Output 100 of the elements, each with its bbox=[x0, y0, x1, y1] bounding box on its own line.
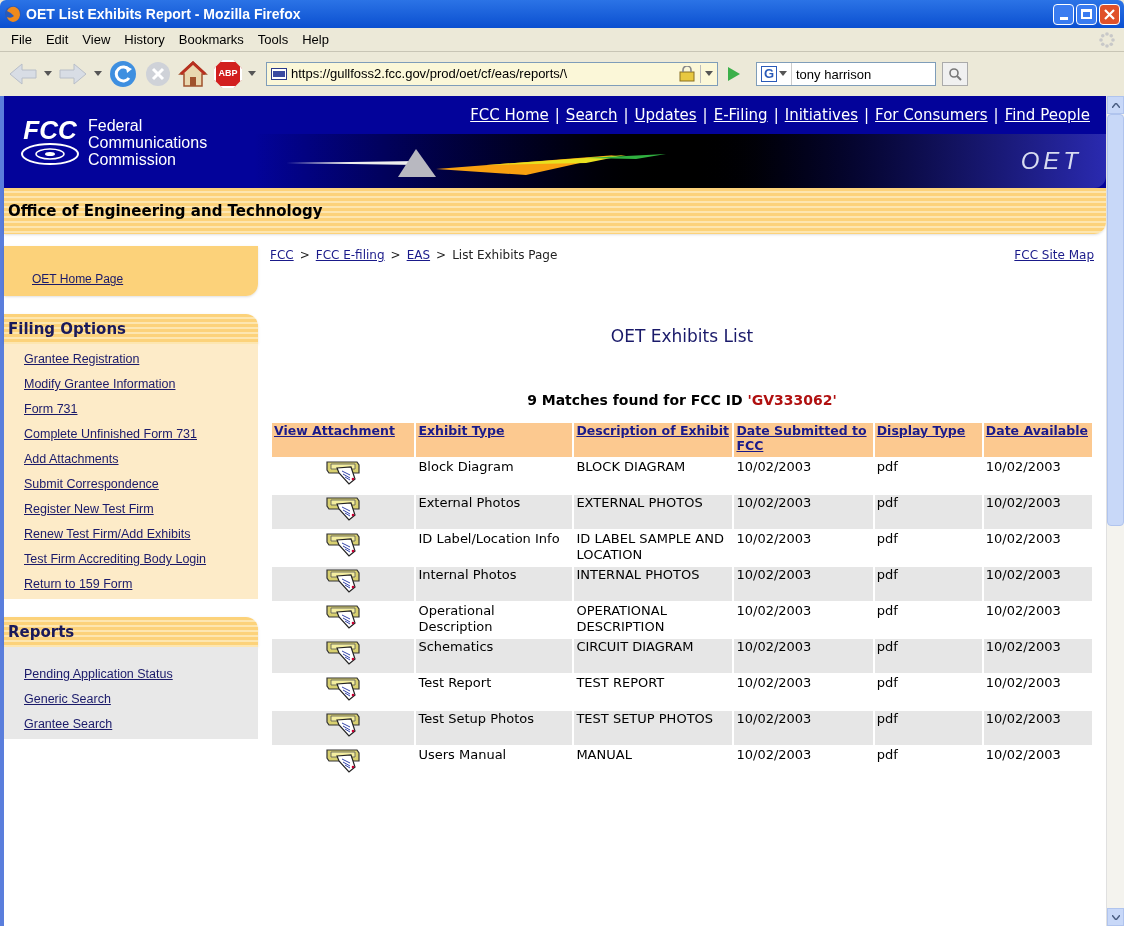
caret-icon bbox=[779, 71, 787, 77]
page-title: OET Exhibits List bbox=[609, 325, 755, 348]
matches-summary: 9 Matches found for FCC ID 'GV333062' bbox=[526, 390, 838, 410]
sidebar-link[interactable]: Grantee Registration bbox=[24, 352, 250, 366]
menu-item[interactable]: Help bbox=[295, 29, 336, 50]
sidebar-link[interactable]: Submit Correspondence bbox=[24, 477, 250, 491]
breadcrumb-link[interactable]: EAS bbox=[406, 246, 431, 264]
section-title: Reports bbox=[8, 621, 75, 643]
table-cell: pdf bbox=[874, 566, 982, 601]
adblock-button[interactable]: ABP bbox=[214, 60, 242, 88]
attachment-icon[interactable] bbox=[325, 494, 362, 521]
table-cell: EXTERNAL PHOTOS bbox=[574, 494, 733, 529]
column-header[interactable]: Exhibit Type bbox=[416, 422, 573, 457]
banner-mark: OET bbox=[1020, 146, 1082, 176]
search-field[interactable]: G tony harrison bbox=[756, 62, 936, 86]
menu-item[interactable]: Tools bbox=[250, 29, 296, 50]
sidebar-link[interactable]: Form 731 bbox=[24, 402, 250, 416]
link-separator: | bbox=[554, 104, 560, 126]
agency-name-line: Commission bbox=[88, 150, 177, 168]
table-cell: 10/02/2003 bbox=[983, 710, 1092, 745]
close-button[interactable] bbox=[1099, 3, 1120, 25]
attachment-icon[interactable] bbox=[325, 458, 362, 485]
table-cell: pdf bbox=[874, 638, 982, 673]
attachment-icon[interactable] bbox=[325, 566, 362, 593]
menu-item[interactable]: View bbox=[75, 29, 118, 50]
sidebar-link[interactable]: Grantee Search bbox=[24, 717, 250, 731]
nav-link[interactable]: Search bbox=[565, 103, 618, 127]
nav-link[interactable]: E-Filing bbox=[713, 103, 768, 127]
sidebar-link[interactable]: Complete Unfinished Form 731 bbox=[24, 427, 250, 441]
column-header[interactable]: Date Available bbox=[983, 422, 1092, 457]
link-separator: | bbox=[623, 104, 629, 126]
scroll-down-icon bbox=[1111, 914, 1120, 920]
sidebar-link[interactable]: OET Home Page bbox=[32, 270, 124, 288]
link-separator: | bbox=[864, 104, 870, 126]
table-cell: External Photos bbox=[416, 494, 573, 529]
breadcrumb-link[interactable]: FCC bbox=[270, 246, 294, 264]
sidebar-link[interactable]: Test Firm Accrediting Body Login bbox=[24, 552, 250, 566]
home-icon[interactable] bbox=[178, 60, 208, 88]
menu-item[interactable]: History bbox=[117, 29, 172, 50]
caret-icon[interactable] bbox=[44, 71, 52, 77]
nav-link[interactable]: Find People bbox=[1004, 103, 1090, 127]
table-cell: 10/02/2003 bbox=[734, 494, 873, 529]
attachment-icon[interactable] bbox=[325, 746, 362, 773]
site-logo: FCC bbox=[23, 118, 77, 142]
table-cell: 10/02/2003 bbox=[983, 566, 1092, 601]
attachment-icon[interactable] bbox=[325, 674, 362, 701]
sidebar-link[interactable]: Register New Test Firm bbox=[24, 502, 250, 516]
table-cell: Internal Photos bbox=[416, 566, 573, 601]
nav-link[interactable]: FCC Home bbox=[470, 103, 549, 127]
table-cell: CIRCUIT DIAGRAM bbox=[574, 638, 733, 673]
column-header[interactable]: View Attachment bbox=[272, 422, 415, 457]
attachment-icon[interactable] bbox=[325, 638, 362, 665]
attachment-icon[interactable] bbox=[325, 602, 362, 629]
link-separator: | bbox=[702, 104, 708, 126]
sidebar-link[interactable]: Renew Test Firm/Add Exhibits bbox=[24, 527, 250, 541]
nav-link[interactable]: For Consumers bbox=[875, 103, 988, 127]
table-cell: 10/02/2003 bbox=[734, 638, 873, 673]
window-title: OET List Exhibits Report - Mozilla Firefox bbox=[26, 4, 302, 24]
table-cell: Schematics bbox=[416, 638, 573, 673]
caret-icon[interactable] bbox=[248, 71, 256, 77]
caret-icon[interactable] bbox=[94, 71, 102, 77]
column-header[interactable]: Description of Exhibit bbox=[574, 422, 733, 457]
menu-item[interactable]: Bookmarks bbox=[171, 29, 251, 50]
office-title: Office of Engineering and Technology bbox=[7, 200, 323, 222]
attachment-icon[interactable] bbox=[325, 530, 362, 557]
table-cell: INTERNAL PHOTOS bbox=[574, 566, 733, 601]
address-field[interactable]: https://gullfoss2.fcc.gov/prod/oet/cf/eas/reports/\ bbox=[266, 62, 718, 86]
sidebar-link[interactable]: Add Attachments bbox=[24, 452, 250, 466]
breadcrumb-current: List Exhibits Page bbox=[452, 247, 558, 264]
table-cell: Test Setup Photos bbox=[416, 710, 573, 745]
signal-icon bbox=[20, 142, 80, 166]
nav-link[interactable]: Initiatives bbox=[784, 103, 858, 127]
sidebar-link[interactable]: Return to 159 Form bbox=[24, 577, 250, 591]
site-map-link[interactable]: FCC Site Map bbox=[1014, 246, 1094, 264]
minimize-button[interactable] bbox=[1053, 3, 1074, 25]
sidebar-link[interactable]: Pending Application Status bbox=[24, 667, 250, 681]
close-icon bbox=[1104, 8, 1115, 20]
menu-item[interactable]: Edit bbox=[38, 29, 76, 50]
reload-icon[interactable] bbox=[108, 59, 138, 89]
vertical-scrollbar[interactable] bbox=[1106, 96, 1124, 926]
search-icon bbox=[948, 67, 962, 81]
browser-logo-icon bbox=[4, 5, 22, 23]
search-button[interactable] bbox=[942, 62, 968, 86]
table-cell: 10/02/2003 bbox=[734, 566, 873, 601]
agency-name-line: Federal bbox=[88, 116, 144, 134]
sidebar-link[interactable]: Modify Grantee Information bbox=[24, 377, 250, 391]
link-separator: | bbox=[993, 104, 999, 126]
column-header[interactable]: Date Submitted to FCC bbox=[734, 422, 873, 457]
column-header[interactable]: Display Type bbox=[874, 422, 982, 457]
search-engine-button[interactable]: G bbox=[757, 63, 792, 85]
agency-name-line: Communications bbox=[88, 133, 208, 151]
nav-link[interactable]: Updates bbox=[634, 103, 697, 127]
site-icon bbox=[271, 68, 287, 80]
url-dropdown-icon[interactable] bbox=[705, 71, 713, 77]
menu-item[interactable]: File bbox=[4, 29, 39, 50]
maximize-button[interactable] bbox=[1076, 3, 1097, 25]
breadcrumb-link[interactable]: FCC E-filing bbox=[315, 246, 385, 264]
breadcrumb-separator: > bbox=[390, 247, 401, 264]
attachment-icon[interactable] bbox=[325, 710, 362, 737]
sidebar-link[interactable]: Generic Search bbox=[24, 692, 250, 706]
